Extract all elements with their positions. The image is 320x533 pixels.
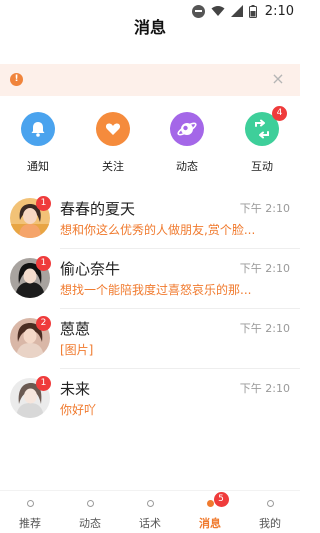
quick-entry-notifications[interactable]: 通知 <box>8 112 68 174</box>
interaction-badge: 4 <box>272 106 287 121</box>
message-item[interactable]: 2 蒽蒽 下午 2:10 [图片] <box>0 316 300 378</box>
tab-messages[interactable]: 5 消息 <box>180 491 240 533</box>
unread-badge: 1 <box>36 256 51 271</box>
tab-scripts[interactable]: 话术 <box>120 491 180 533</box>
tab-label: 消息 <box>199 517 221 530</box>
divider <box>60 308 300 309</box>
bottom-tab-bar: 推荐 动态 话术 5 消息 我的 <box>0 490 300 533</box>
tab-label: 动态 <box>79 517 101 530</box>
quick-entry-moments[interactable]: 动态 <box>157 112 217 174</box>
message-time: 下午 2:10 <box>239 382 290 395</box>
tab-profile[interactable]: 我的 <box>240 491 300 533</box>
message-preview: 你好吖 <box>60 403 97 417</box>
quick-entries: 通知 关注 动态 4 互动 <box>0 106 300 174</box>
page-title: 消息 <box>133 18 166 37</box>
tab-label: 推荐 <box>19 517 41 530</box>
message-sender: 偷心奈牛 <box>60 260 121 278</box>
unread-badge: 2 <box>36 316 51 331</box>
message-sender: 未来 <box>60 380 91 398</box>
messages-tab-badge: 5 <box>213 492 229 507</box>
message-time: 下午 2:10 <box>239 262 290 275</box>
recommend-icon <box>26 500 34 507</box>
planet-icon <box>170 112 204 146</box>
tab-label: 话术 <box>139 517 161 530</box>
message-sender: 春春的夏天 <box>60 200 136 218</box>
message-item[interactable]: 1 未来 下午 2:10 你好吖 <box>0 376 300 438</box>
divider <box>60 368 300 369</box>
message-item[interactable]: 1 偷心奈牛 下午 2:10 想找一个能陪我度过喜怒哀乐的那... <box>0 256 300 318</box>
message-sender: 蒽蒽 <box>60 320 91 338</box>
quick-entry-label: 关注 <box>102 160 124 173</box>
unread-badge: 1 <box>36 196 51 211</box>
message-item[interactable]: 1 春春的夏天 下午 2:10 想和你这么优秀的人做朋友,赏个脸... <box>0 196 300 258</box>
bell-icon <box>21 112 55 146</box>
quick-entry-follow[interactable]: 关注 <box>83 112 143 174</box>
tab-label: 我的 <box>259 517 281 530</box>
profile-icon <box>266 500 274 507</box>
message-time: 下午 2:10 <box>239 202 290 215</box>
message-preview: 想找一个能陪我度过喜怒哀乐的那... <box>60 283 252 297</box>
messages-icon: 5 <box>206 492 229 507</box>
quick-entry-label: 通知 <box>27 160 49 173</box>
message-preview: [图片] <box>60 343 94 357</box>
interact-icon: 4 <box>245 106 287 146</box>
warning-icon: ! <box>10 73 23 86</box>
tab-recommend[interactable]: 推荐 <box>0 491 60 533</box>
quick-entry-interaction[interactable]: 4 互动 <box>232 106 292 174</box>
notice-banner[interactable]: ! × <box>0 64 300 96</box>
unread-badge: 1 <box>36 376 51 391</box>
heart-icon <box>96 112 130 146</box>
scripts-icon <box>146 500 154 507</box>
quick-entry-label: 互动 <box>251 160 273 173</box>
divider <box>60 248 300 249</box>
message-time: 下午 2:10 <box>239 322 290 335</box>
close-icon[interactable]: × <box>268 69 288 89</box>
tab-moments[interactable]: 动态 <box>60 491 120 533</box>
message-preview: 想和你这么优秀的人做朋友,赏个脸... <box>60 223 256 237</box>
moments-icon <box>86 500 94 507</box>
quick-entry-label: 动态 <box>176 160 198 173</box>
